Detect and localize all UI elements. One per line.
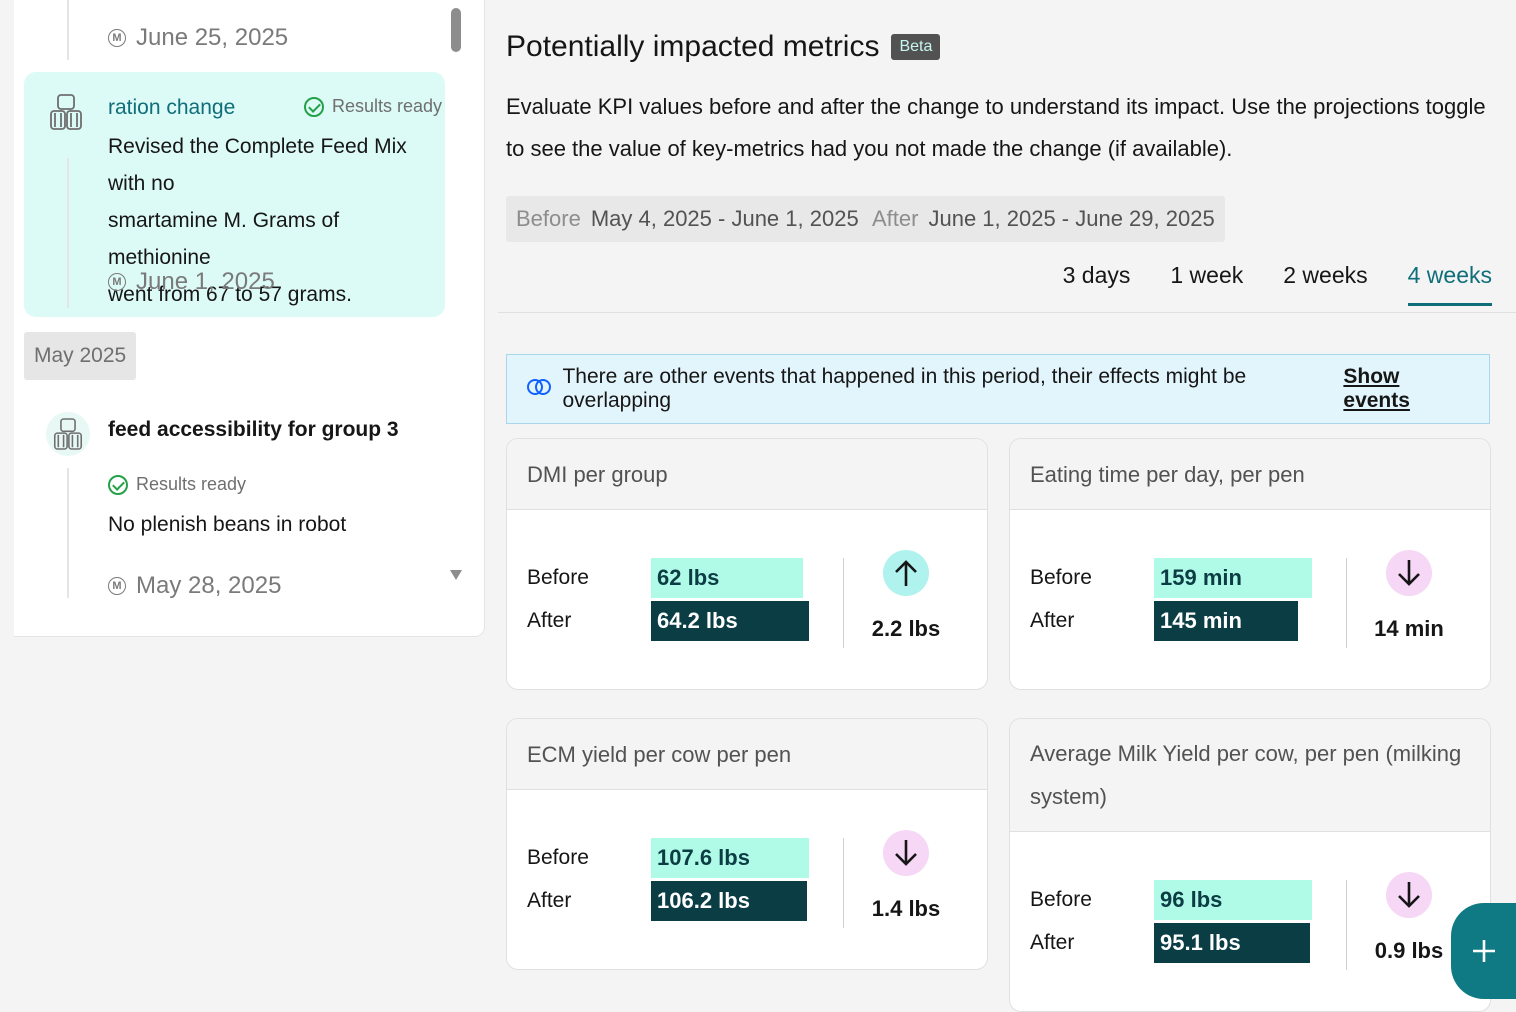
title-row: Potentially impacted metrics Beta [506, 30, 941, 64]
event-title[interactable]: feed accessibility for group 3 [108, 418, 399, 442]
after-period-label: After [872, 206, 919, 231]
event-description: No plenish beans in robot [108, 513, 347, 536]
arrow-down-icon [1398, 560, 1420, 586]
arrow-up-icon [895, 560, 917, 586]
before-period: Before May 4, 2025 - June 1, 2025 [506, 196, 869, 242]
feed-bales-icon [46, 412, 90, 456]
event-date: M June 1, 2025 [108, 268, 275, 296]
event-date: M June 25, 2025 [108, 24, 288, 52]
event-date-text: May 28, 2025 [136, 572, 282, 599]
decrease-indicator [883, 830, 929, 876]
tab-1-week[interactable]: 1 week [1170, 262, 1243, 306]
metric-card: ECM yield per cow per pen Before 107.6 lbs… [506, 718, 988, 970]
before-row-label: Before [1030, 888, 1092, 911]
after-value-bar: 106.2 lbs [651, 881, 807, 921]
after-value-bar: 145 min [1154, 601, 1298, 641]
show-events-link[interactable]: Show events [1343, 365, 1469, 413]
metrics-panel: Potentially impacted metrics Beta Evalua… [486, 8, 1516, 1012]
metric-card-body: Before 107.6 lbs After 106.2 lbs 1.4 lbs [507, 790, 987, 970]
arrow-down-icon [895, 840, 917, 866]
metric-card-body: Before 96 lbs After 95.1 lbs 0.9 lbs [1010, 832, 1490, 1012]
add-fab-button[interactable] [1451, 903, 1516, 999]
after-value-bar: 95.1 lbs [1154, 923, 1310, 963]
after-period-range: June 1, 2025 - June 29, 2025 [928, 206, 1215, 231]
overlap-info-icon [527, 377, 551, 401]
event-timeline-panel: M June 25, 2025 ration change Results re… [14, 0, 485, 637]
event-date-text: June 1, 2025 [136, 268, 275, 295]
check-circle-icon [108, 474, 128, 495]
results-ready-text: Results ready [332, 96, 443, 116]
after-row-label: After [527, 609, 572, 632]
m-badge-icon: M [108, 29, 126, 47]
timeline-connector [67, 0, 69, 60]
page-title: Potentially impacted metrics [506, 30, 880, 63]
after-row-label: After [1030, 609, 1075, 632]
event-card-ration-change[interactable]: ration change Results ready Revised the … [24, 72, 445, 317]
metric-card-title: Eating time per day, per pen [1010, 439, 1490, 510]
decrease-indicator [1386, 550, 1432, 596]
results-ready-status: Results ready [304, 96, 442, 117]
metric-card-title: ECM yield per cow per pen [507, 719, 987, 790]
increase-indicator [883, 550, 929, 596]
before-period-range: May 4, 2025 - June 1, 2025 [590, 206, 859, 231]
metric-card-body: Before 159 min After 145 min 14 min [1010, 510, 1490, 690]
event-date-text: June 25, 2025 [136, 24, 289, 51]
feed-bales-icon [46, 92, 86, 132]
before-period-label: Before [516, 206, 581, 231]
before-value-bar: 96 lbs [1154, 880, 1312, 920]
metric-card-title: Average Milk Yield per cow, per pen (mil… [1010, 719, 1490, 832]
metric-card-body: Before 62 lbs After 64.2 lbs 2.2 lbs [507, 510, 987, 690]
metric-card: DMI per group Before 62 lbs After 64.2 lbs 2.… [506, 438, 988, 690]
results-ready-text: Results ready [136, 474, 247, 494]
m-badge-icon: M [108, 273, 126, 291]
event-title[interactable]: ration change [108, 96, 235, 120]
month-divider: May 2025 [24, 332, 137, 380]
scroll-down-arrow-icon[interactable] [450, 570, 462, 580]
timeline-scrollbar[interactable] [448, 0, 462, 600]
before-row-label: Before [1030, 566, 1092, 589]
overlap-notice: There are other events that happened in … [506, 354, 1490, 424]
before-value-bar: 107.6 lbs [651, 838, 809, 878]
m-badge-icon: M [108, 577, 126, 595]
event-description-line: smartamine M. Grams of methionine [108, 209, 340, 269]
event-date: M May 28, 2025 [108, 572, 281, 600]
after-period: After June 1, 2025 - June 29, 2025 [862, 196, 1225, 242]
scrollbar-thumb[interactable] [451, 8, 461, 52]
event-description-line: Revised the Complete Feed Mix with no [108, 135, 407, 195]
beta-badge: Beta [891, 34, 941, 60]
before-row-label: Before [527, 846, 589, 869]
decrease-indicator [1386, 872, 1432, 918]
period-tabs: 3 days 1 week 2 weeks 4 weeks [1063, 262, 1492, 306]
metric-card: Average Milk Yield per cow, per pen (mil… [1009, 718, 1491, 1012]
results-ready-status: Results ready [108, 474, 246, 495]
metric-card-title: DMI per group [507, 439, 987, 510]
timeline-connector [67, 158, 69, 308]
after-value-bar: 64.2 lbs [651, 601, 809, 641]
before-value-bar: 159 min [1154, 558, 1312, 598]
tab-3-days[interactable]: 3 days [1063, 262, 1131, 306]
arrow-down-icon [1398, 882, 1420, 908]
metric-card: Eating time per day, per pen Before 159 mi… [1009, 438, 1491, 690]
tab-2-weeks[interactable]: 2 weeks [1283, 262, 1367, 306]
after-row-label: After [527, 889, 572, 912]
overlap-notice-text: There are other events that happened in … [562, 365, 1247, 412]
metric-delta-value: 2.2 lbs [871, 616, 941, 641]
metric-delta-value: 1.4 lbs [871, 896, 941, 921]
tabs-divider [498, 312, 1516, 313]
timeline-connector [67, 468, 69, 598]
before-value-bar: 62 lbs [651, 558, 803, 598]
page-description: Evaluate KPI values before and after the… [506, 94, 1486, 161]
after-row-label: After [1030, 931, 1075, 954]
plus-icon [1473, 940, 1495, 962]
check-circle-icon [304, 96, 324, 117]
before-row-label: Before [527, 566, 589, 589]
tab-4-weeks[interactable]: 4 weeks [1407, 262, 1492, 306]
metric-delta-value: 14 min [1374, 616, 1444, 641]
